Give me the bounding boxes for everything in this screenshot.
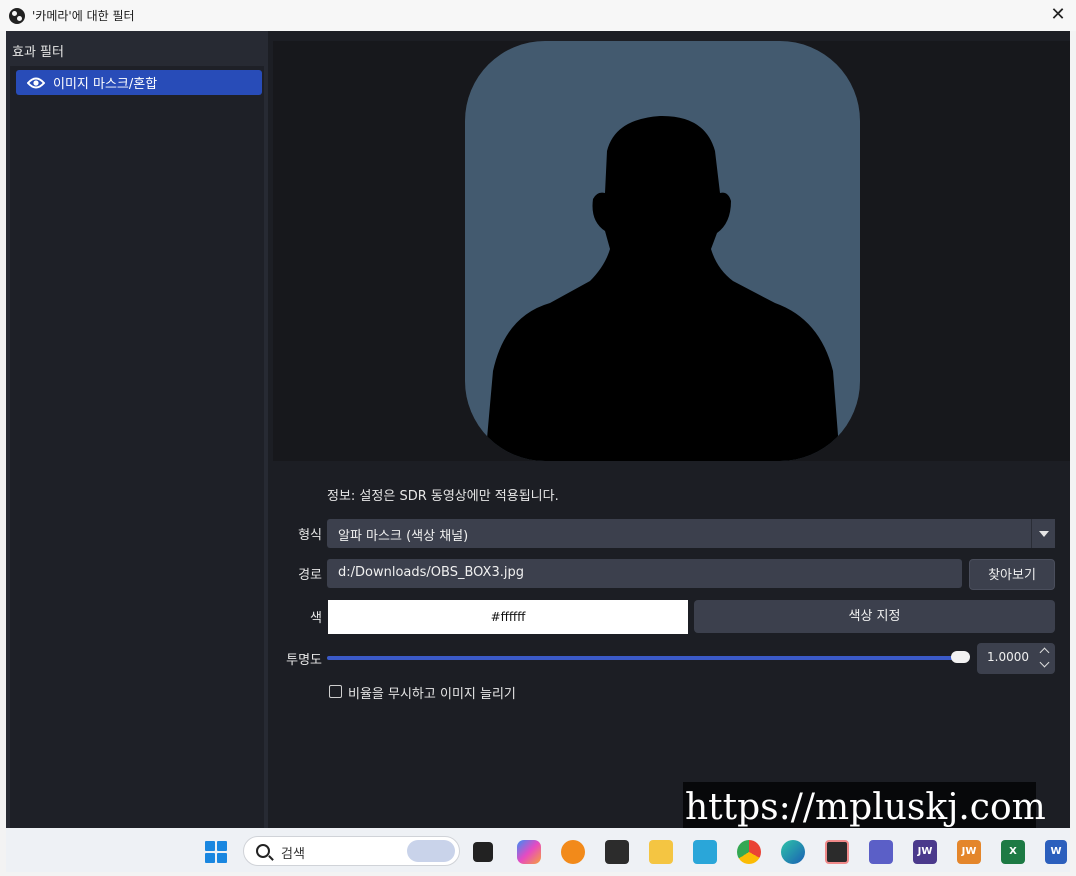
copilot-icon[interactable] [517,840,541,864]
jw-library-alt-icon[interactable]: JW [957,840,981,864]
close-button[interactable]: ✕ [1048,5,1068,25]
masked-video-preview [465,41,860,461]
search-placeholder: 검색 [281,847,305,862]
word-icon[interactable]: W [1045,840,1067,864]
opacity-slider[interactable] [327,656,967,660]
sticky-notes-icon[interactable] [825,840,849,864]
eye-icon[interactable] [27,77,45,89]
filter-item-image-mask[interactable]: 이미지 마스크/혼합 [16,70,262,95]
color-swatch[interactable]: #ffffff [328,600,688,634]
task-view-icon[interactable] [473,842,493,862]
info-text: 정보: 설정은 SDR 동영상에만 적용됩니다. [327,489,559,504]
opacity-slider-handle[interactable] [951,651,970,663]
watermark-text: https://mpluskj.com [683,782,1046,834]
pick-color-button[interactable]: 색상 지정 [694,600,1055,633]
title-bar: '카메라'에 대한 필터 ✕ [0,0,1076,31]
window-title: '카메라'에 대한 필터 [32,9,135,23]
search-everything-icon[interactable] [561,840,585,864]
opacity-value: 1.0000 [987,650,1029,664]
onenote-icon[interactable] [693,840,717,864]
filter-settings-panel: 정보: 설정은 SDR 동영상에만 적용됩니다. 형식 알파 마스크 (색상 채… [268,31,1070,828]
search-icon [256,844,270,858]
preview-area [273,41,1070,461]
voicemeeter-icon[interactable] [605,840,629,864]
chevron-down-icon[interactable] [1031,519,1055,548]
path-label: 경로 [298,568,322,583]
color-label: 색 [310,611,322,626]
filters-window: 효과 필터 이미지 마스크/혼합 정보: 설정은 SDR 동영상에만 적용됩니다… [6,31,1070,828]
effect-filters-heading: 효과 필터 [12,45,64,60]
browse-button[interactable]: 찾아보기 [969,559,1055,590]
taskbar: 검색 JW JW X W [6,828,1070,872]
file-explorer-icon[interactable] [649,840,673,864]
type-label: 형식 [298,528,322,543]
filter-list[interactable]: 이미지 마스크/혼합 [10,66,264,828]
sidebar: 효과 필터 이미지 마스크/혼합 [6,31,268,828]
stretch-checkbox[interactable] [329,685,342,698]
excel-icon[interactable]: X [1001,840,1025,864]
windows-start-icon[interactable] [205,841,227,863]
jw-library-icon[interactable]: JW [913,840,937,864]
chevron-down-icon[interactable] [1038,659,1052,672]
edge-icon[interactable] [781,840,805,864]
filter-item-label: 이미지 마스크/혼합 [53,77,158,92]
stretch-label[interactable]: 비율을 무시하고 이미지 늘리기 [348,683,516,702]
person-silhouette [485,115,840,461]
opacity-spinbox[interactable]: 1.0000 [977,643,1055,674]
obs-logo-icon [9,7,25,24]
chrome-icon[interactable] [737,840,761,864]
teams-icon[interactable] [869,840,893,864]
opacity-label: 투명도 [286,653,322,668]
path-input[interactable]: d:/Downloads/OBS_BOX3.jpg [327,559,962,588]
type-select-value: 알파 마스크 (색상 채널) [338,529,469,544]
type-select[interactable]: 알파 마스크 (색상 채널) [327,519,1055,548]
search-highlight-image [407,840,455,862]
chevron-up-icon[interactable] [1038,645,1052,658]
taskbar-search[interactable]: 검색 [243,836,460,866]
